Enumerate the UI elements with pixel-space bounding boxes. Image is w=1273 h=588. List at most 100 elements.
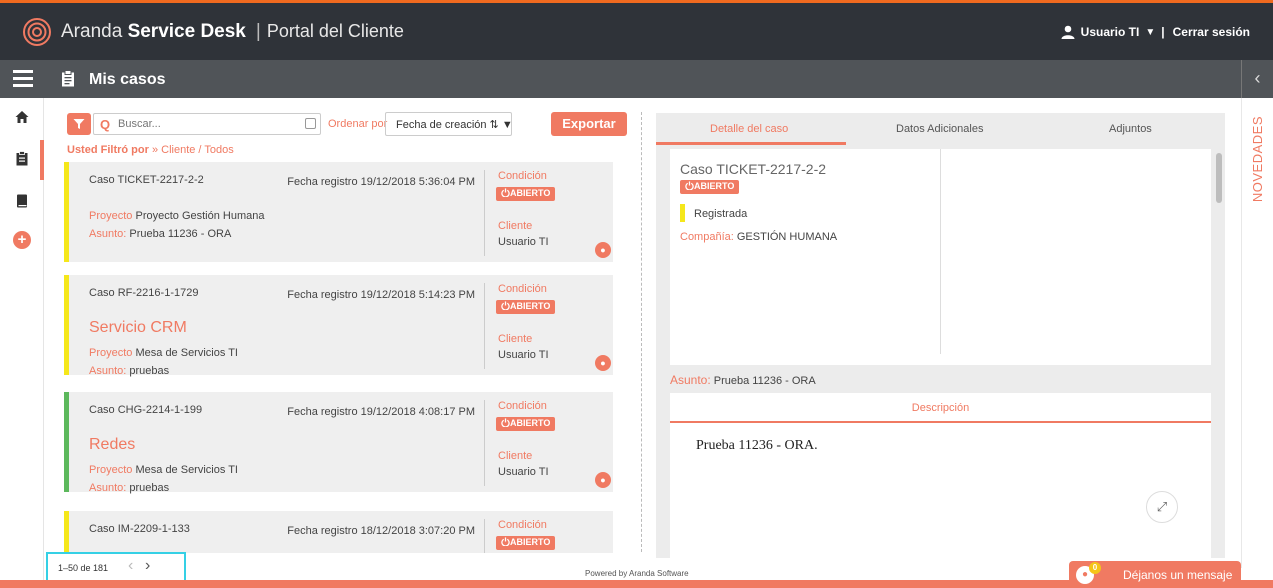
subject-label: Asunto: bbox=[89, 228, 127, 240]
detail-tabs: Detalle del caso Datos Adicionales Adjun… bbox=[656, 113, 1225, 145]
case-id: Caso TICKET-2217-2-2 bbox=[89, 174, 204, 186]
case-id: Caso RF-2216-1-1729 bbox=[89, 287, 199, 299]
subject-label: Asunto: bbox=[670, 373, 711, 387]
case-date: Fecha registro 19/12/2018 5:14:23 PM bbox=[287, 289, 475, 301]
client-value: Usuario TI bbox=[498, 236, 549, 248]
subject-value: pruebas bbox=[129, 482, 170, 494]
page-title: Mis casos bbox=[89, 71, 166, 88]
chat-button[interactable]: ● 0 Déjanos un mensaje bbox=[1069, 561, 1241, 588]
subject-value: Prueba 11236 - ORA bbox=[129, 228, 232, 240]
filter-summary: Usted Filtró por » Cliente / Todos bbox=[67, 144, 234, 156]
case-date: Fecha registro 18/12/2018 3:07:20 PM bbox=[287, 525, 475, 537]
tab-datos-adicionales[interactable]: Datos Adicionales bbox=[896, 123, 983, 135]
active-tab-underline bbox=[656, 142, 846, 145]
client-value: Usuario TI bbox=[498, 466, 549, 478]
project-value: Mesa de Servicios TI bbox=[135, 347, 238, 359]
company-label: Compañía: bbox=[680, 231, 734, 243]
export-button[interactable]: Exportar bbox=[551, 112, 627, 136]
hamburger-menu-icon[interactable] bbox=[13, 70, 33, 88]
case-card[interactable]: Caso TICKET-2217-2-2 Fecha registro 19/12… bbox=[64, 162, 613, 262]
company-value: GESTIÓN HUMANA bbox=[736, 231, 838, 243]
novedades-label: NOVEDADES bbox=[1250, 116, 1265, 203]
cases-clipboard-icon[interactable] bbox=[16, 151, 28, 166]
filter-summary-value[interactable]: » Cliente / Todos bbox=[152, 144, 234, 156]
brand-bold: Service Desk bbox=[127, 21, 246, 42]
aranda-logo-icon bbox=[23, 18, 51, 46]
search-checkbox[interactable] bbox=[305, 118, 316, 129]
client-label: Cliente bbox=[498, 220, 533, 232]
search-input[interactable] bbox=[118, 116, 298, 132]
comment-bubble-icon[interactable]: ● bbox=[595, 355, 611, 371]
brand-separator: | bbox=[255, 21, 261, 42]
comment-bubble-icon[interactable]: ● bbox=[595, 472, 611, 488]
case-category: Redes bbox=[89, 436, 136, 453]
detail-status-badge: ABIERTO bbox=[680, 180, 740, 194]
tab-adjuntos[interactable]: Adjuntos bbox=[1109, 123, 1152, 135]
caret-down-icon: ▼ bbox=[498, 119, 513, 131]
add-case-icon[interactable]: + bbox=[13, 231, 31, 249]
header-separator: | bbox=[1161, 25, 1165, 39]
description-text: Prueba 11236 - ORA. bbox=[696, 438, 818, 453]
detail-subject: Asunto: Prueba 11236 - ORA bbox=[670, 373, 816, 387]
power-icon bbox=[501, 418, 510, 428]
case-subject: Asunto: pruebas bbox=[89, 365, 169, 377]
panel-divider bbox=[641, 112, 642, 552]
case-list[interactable]: Caso TICKET-2217-2-2 Fecha registro 19/12… bbox=[64, 162, 632, 553]
order-select-value: Fecha de creación ⇅ bbox=[396, 119, 499, 131]
powered-by: Powered by Aranda Software bbox=[585, 569, 689, 578]
order-label: Ordenar por bbox=[328, 118, 388, 130]
status-badge: ABIERTO bbox=[496, 300, 556, 314]
condition-label: Condición bbox=[498, 519, 547, 531]
case-subject: Asunto: pruebas bbox=[89, 482, 169, 494]
comment-bubble-icon[interactable]: ● bbox=[595, 242, 611, 258]
case-id: Caso CHG-2214-1-199 bbox=[89, 404, 203, 416]
chat-label: Déjanos un mensaje bbox=[1123, 568, 1233, 582]
pager-range: 1–50 de 181 bbox=[58, 563, 109, 573]
detail-scrollbar[interactable] bbox=[1216, 153, 1222, 203]
status-text: ABIERTO bbox=[510, 418, 551, 428]
tab-detalle-del-caso[interactable]: Detalle del caso bbox=[710, 123, 788, 135]
project-label: Proyecto bbox=[89, 210, 133, 222]
card-divider bbox=[484, 519, 485, 553]
power-icon bbox=[685, 181, 694, 191]
status-badge: ABIERTO bbox=[496, 536, 556, 550]
subject-value: Prueba 11236 - ORA bbox=[713, 375, 816, 387]
search-icon[interactable]: Q bbox=[100, 117, 110, 132]
detail-card: Caso TICKET-2217-2-2 ABIERTO Registrada … bbox=[670, 149, 1211, 365]
nav-active-indicator bbox=[40, 140, 44, 180]
logout-link[interactable]: Cerrar sesión bbox=[1173, 25, 1250, 39]
case-detail-panel: Detalle del caso Datos Adicionales Adjun… bbox=[656, 113, 1225, 558]
description-box: Descripción Prueba 11236 - ORA. ⤢ bbox=[670, 393, 1211, 558]
novedades-sidebar[interactable]: NOVEDADES bbox=[1241, 98, 1273, 568]
power-icon bbox=[501, 537, 510, 547]
portal-name: Portal del Cliente bbox=[266, 21, 404, 41]
order-select[interactable]: Fecha de creación ⇅ ▼ bbox=[385, 112, 513, 136]
case-card[interactable]: Caso CHG-2214-1-199 Fecha registro 19/12/… bbox=[64, 392, 613, 494]
collapse-panel-chevron-left-icon[interactable]: ‹ bbox=[1241, 60, 1273, 98]
detail-card-divider bbox=[940, 149, 941, 354]
chevron-left-icon[interactable]: ‹ bbox=[128, 557, 133, 575]
client-value: Usuario TI bbox=[498, 349, 549, 361]
case-date: Fecha registro 19/12/2018 4:08:17 PM bbox=[287, 406, 475, 418]
home-icon[interactable] bbox=[15, 110, 29, 124]
card-divider bbox=[484, 170, 485, 256]
filter-summary-label: Usted Filtró por bbox=[67, 144, 149, 156]
case-card[interactable]: Caso IM-2209-1-133 Fecha registro 18/12/2… bbox=[64, 511, 613, 553]
left-nav: + bbox=[0, 98, 44, 588]
filter-icon bbox=[73, 119, 85, 129]
project-value: Proyecto Gestión Humana bbox=[135, 210, 265, 222]
expand-arrows-icon[interactable]: ⤢ bbox=[1146, 491, 1178, 523]
chevron-right-icon[interactable]: › bbox=[145, 557, 150, 575]
user-menu[interactable]: Usuario TI bbox=[1081, 25, 1140, 39]
client-label: Cliente bbox=[498, 450, 533, 462]
card-divider bbox=[484, 283, 485, 369]
caret-down-icon[interactable]: ▼ bbox=[1145, 27, 1155, 38]
book-icon[interactable] bbox=[16, 194, 28, 208]
description-header: Descripción bbox=[670, 393, 1211, 423]
filter-button[interactable] bbox=[67, 113, 91, 135]
user-area: Usuario TI ▼ | Cerrar sesión bbox=[1061, 25, 1250, 39]
condition-label: Condición bbox=[498, 170, 547, 182]
case-card[interactable]: Caso RF-2216-1-1729 Fecha registro 19/12/… bbox=[64, 275, 613, 377]
project-label: Proyecto bbox=[89, 464, 133, 476]
user-icon bbox=[1061, 25, 1075, 39]
